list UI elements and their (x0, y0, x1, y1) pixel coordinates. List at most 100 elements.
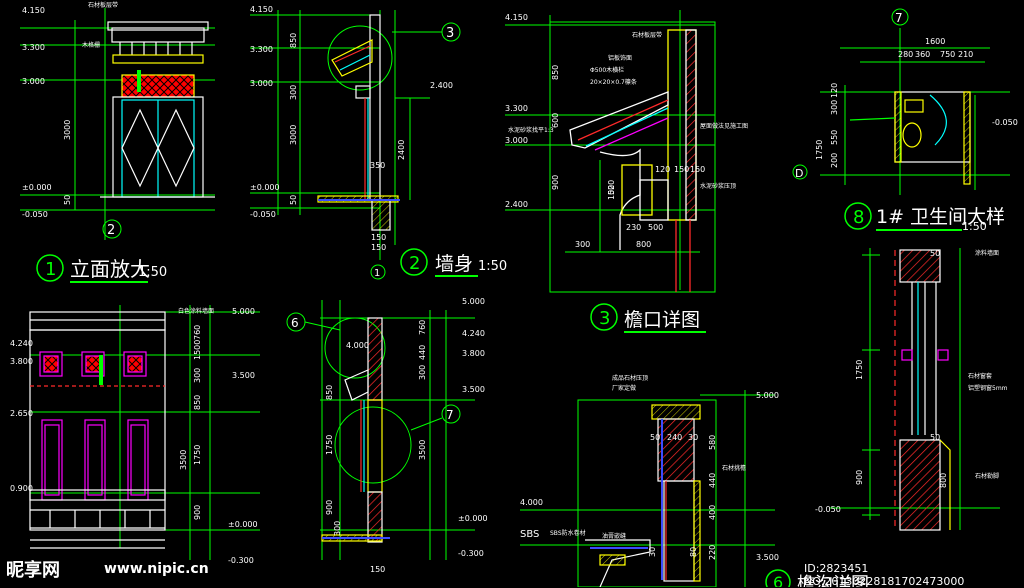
svg-text:50: 50 (289, 195, 298, 205)
svg-text:550: 550 (830, 130, 839, 145)
svg-text:760: 760 (418, 320, 427, 335)
svg-text:1:50: 1:50 (138, 265, 167, 280)
svg-text:石材挑檐: 石材挑檐 (722, 464, 746, 472)
axis-bubble-d: D (792, 164, 808, 180)
svg-text:7: 7 (446, 408, 454, 422)
svg-text:3.500: 3.500 (462, 385, 485, 394)
svg-text:440: 440 (708, 473, 717, 488)
svg-text:1: 1 (45, 259, 56, 280)
level-0: ±0.000 (22, 183, 52, 192)
detail-bubble-3: 3 (392, 22, 461, 42)
svg-text:350: 350 (370, 161, 385, 170)
svg-text:800: 800 (939, 473, 948, 488)
note-stone: 石材板层带 (88, 1, 118, 9)
watermark-id: ID:2823451 NO:20130228181702473000 (804, 562, 965, 588)
title-8: 8 1# 卫生间大样 1:50 (844, 202, 1005, 233)
svg-text:檐口详图: 檐口详图 (624, 309, 700, 331)
gutter-body (585, 404, 701, 587)
level-3-300: 3.300 (250, 45, 273, 54)
svg-text:150: 150 (690, 165, 705, 174)
gutter-labels: 5.000 4.000 3.500 50 240 30 580 440 400 … (520, 374, 779, 562)
svg-text:±0.000: ±0.000 (228, 520, 258, 529)
svg-text:30: 30 (648, 547, 657, 557)
svg-text:3.500: 3.500 (232, 371, 255, 380)
eaves-body (569, 29, 697, 292)
svg-text:300: 300 (289, 85, 298, 100)
svg-text:5.000: 5.000 (232, 307, 255, 316)
svg-text:300: 300 (333, 521, 342, 536)
detail-bubble-7b: 7 (410, 404, 461, 431)
svg-text:400: 400 (708, 505, 717, 520)
svg-text:4.240: 4.240 (10, 339, 33, 348)
svg-text:900: 900 (325, 500, 334, 515)
level-0: ±0.000 (250, 183, 280, 192)
svg-text:4.240: 4.240 (462, 329, 485, 338)
svg-text:水泥砂浆压顶: 水泥砂浆压顶 (700, 182, 736, 190)
svg-text:5.000: 5.000 (756, 391, 779, 400)
svg-text:铝板饰面: 铝板饰面 (608, 54, 632, 62)
svg-text:涂料墙面: 涂料墙面 (975, 249, 999, 257)
svg-text:3.800: 3.800 (10, 357, 33, 366)
svg-text:440: 440 (418, 345, 427, 360)
svg-text:1750: 1750 (855, 360, 864, 380)
svg-text:4.000: 4.000 (520, 498, 543, 507)
svg-text:210: 210 (958, 50, 973, 59)
svg-text:1500: 1500 (193, 340, 202, 360)
svg-text:150: 150 (371, 233, 386, 242)
svg-text:300: 300 (193, 368, 202, 383)
svg-text:8: 8 (853, 207, 864, 228)
level-neg: -0.050 (22, 210, 48, 219)
svg-text:360: 360 (915, 50, 930, 59)
svg-text:1: 1 (374, 268, 380, 279)
svg-text:50: 50 (930, 433, 940, 442)
svg-text:7: 7 (895, 11, 903, 25)
svg-text:240: 240 (667, 433, 682, 442)
svg-text:800: 800 (636, 240, 651, 249)
level-3-000: 3.000 (250, 79, 273, 88)
svg-text:850: 850 (289, 33, 298, 48)
svg-text:6: 6 (291, 316, 299, 330)
svg-text:300: 300 (575, 240, 590, 249)
svg-text:1600: 1600 (925, 37, 945, 46)
svg-text:1750: 1750 (193, 445, 202, 465)
dim-50: 50 (63, 195, 72, 205)
svg-text:3000: 3000 (289, 125, 298, 145)
elevation-levels: 4.150 3.300 3.000 ±0.000 -0.050 3000 50 … (22, 1, 118, 219)
level-3-000: 3.000 (22, 77, 45, 86)
svg-text:3500: 3500 (179, 450, 188, 470)
svg-text:760: 760 (193, 325, 202, 340)
level-4-150: 4.150 (250, 5, 273, 14)
level-3-300: 3.300 (22, 43, 45, 52)
svg-text:520: 520 (607, 180, 616, 195)
tall-window (41, 419, 149, 501)
wall-section-labels: 4.150 3.300 3.000 ±0.000 -0.050 850 300 … (250, 5, 453, 279)
svg-text:300: 300 (830, 100, 839, 115)
svg-text:1:50: 1:50 (962, 220, 987, 233)
svg-text:3.800: 3.800 (462, 349, 485, 358)
svg-text:1750: 1750 (325, 435, 334, 455)
svg-text:220: 220 (708, 545, 717, 560)
svg-text:水泥砂浆找平1:3: 水泥砂浆找平1:3 (508, 126, 554, 134)
svg-text:500: 500 (648, 223, 663, 232)
svg-text:2.400: 2.400 (505, 200, 528, 209)
cad-drawing-sheet: 4.150 3.300 3.000 ±0.000 -0.050 3000 50 … (10, 1, 1018, 587)
svg-text:白色涂料墙面: 白色涂料墙面 (178, 307, 214, 315)
svg-text:2.650: 2.650 (10, 409, 33, 418)
svg-text:-0.050: -0.050 (992, 118, 1018, 127)
title-3: 3 檐口详图 (590, 303, 706, 333)
svg-text:2400: 2400 (397, 140, 406, 160)
small-window (39, 351, 147, 377)
detail-bubble-6: 6 (286, 312, 341, 332)
svg-text:Φ500木横栏: Φ500木横栏 (590, 66, 624, 74)
dim-3000: 3000 (63, 120, 72, 140)
svg-text:230: 230 (626, 223, 641, 232)
title-1: 1 立面放大 1:50 (36, 254, 167, 283)
svg-text:6: 6 (773, 573, 783, 587)
svg-text:屋面做法见施工图: 屋面做法见施工图 (700, 122, 748, 130)
svg-text:墙身: 墙身 (435, 253, 473, 275)
svg-text:900: 900 (855, 470, 864, 485)
svg-text:3: 3 (446, 26, 454, 41)
note-lattice: 木格栅 (82, 41, 100, 49)
svg-text:30: 30 (688, 433, 698, 442)
svg-text:50: 50 (930, 249, 940, 258)
